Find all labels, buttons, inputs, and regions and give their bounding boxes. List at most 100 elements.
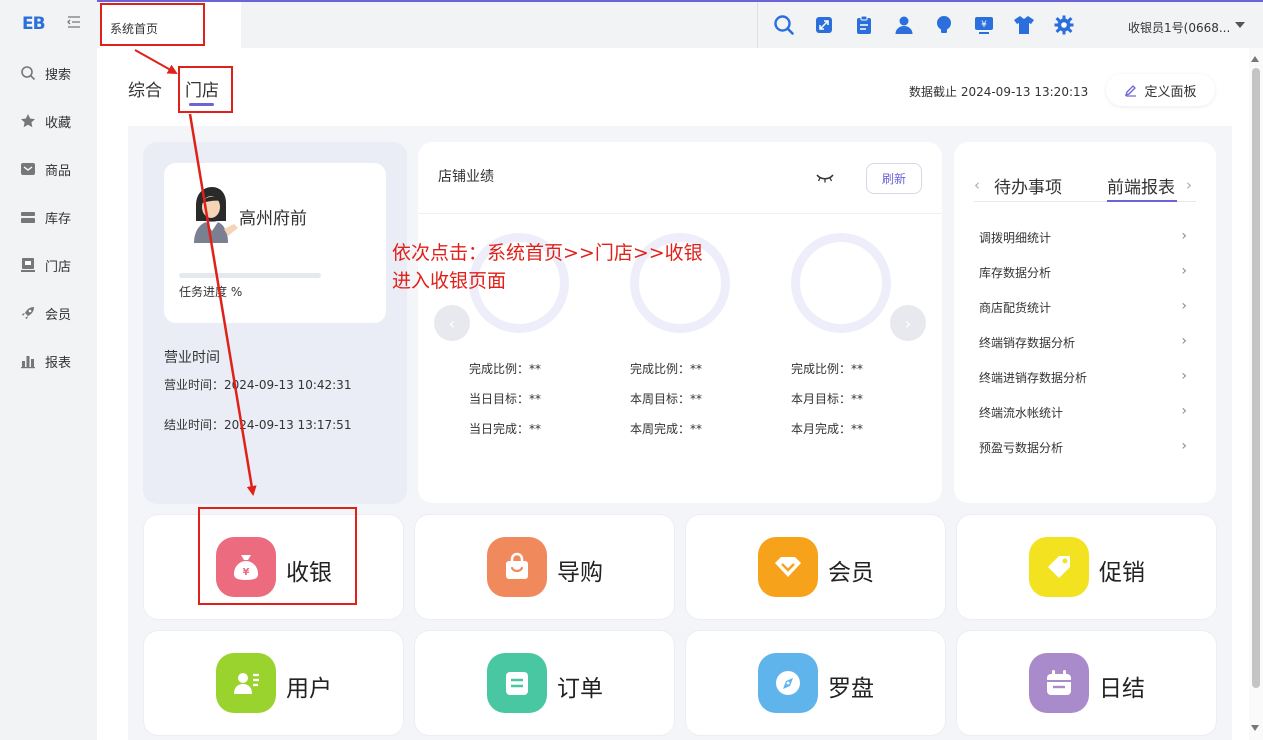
goods-icon <box>20 161 36 177</box>
calendar-icon <box>1029 653 1089 713</box>
hide-eye-icon[interactable] <box>816 173 834 183</box>
order-icon <box>487 653 547 713</box>
tile-label: 订单 <box>557 676 603 702</box>
store-name: 高州府前 <box>239 209 307 229</box>
lightbulb-icon[interactable] <box>933 14 955 36</box>
clipboard-icon[interactable] <box>853 14 875 36</box>
toolbar-divider <box>757 2 758 48</box>
tab-todo[interactable]: 待办事项 <box>994 173 1062 198</box>
top-bar: 系统首页 ¥ 收银员1号(0668... <box>97 0 1263 48</box>
task-progress-label: 任务进度 % <box>179 285 243 299</box>
user-card-icon <box>216 653 276 713</box>
close-time: 结业时间：2024-09-13 13:17:51 <box>164 418 352 432</box>
svg-text:¥: ¥ <box>981 20 987 30</box>
app-logo: EB <box>22 14 46 34</box>
chevron-right-icon: › <box>1181 298 1187 314</box>
scroll-down-arrow-icon[interactable] <box>1251 725 1259 731</box>
tile-compass[interactable]: 罗盘 <box>686 631 945 735</box>
chevron-right-icon: › <box>1181 263 1187 279</box>
monthly-ratio: 完成比例：** <box>791 362 864 376</box>
sidebar-item-label: 会员 <box>45 307 72 323</box>
logo-row: EB <box>0 0 97 48</box>
tile-order[interactable]: 订单 <box>415 631 674 735</box>
report-item[interactable]: 预盈亏数据分析 › <box>979 438 1189 459</box>
report-item[interactable]: 终端进销存数据分析 › <box>979 368 1189 389</box>
segment-overview[interactable]: 综合 <box>128 76 162 101</box>
tab-frontend-reports[interactable]: 前端报表 <box>1107 173 1175 198</box>
chevron-right-icon: › <box>1181 403 1187 419</box>
tile-label: 促销 <box>1099 560 1145 586</box>
user-menu[interactable]: 收银员1号(0668... <box>1128 19 1230 36</box>
sidebar: EB 搜索 收藏 商品 库存 门店 会员 报表 <box>0 0 97 740</box>
tile-shopping-guide[interactable]: 导购 <box>415 515 674 619</box>
star-icon <box>20 113 36 129</box>
chevron-right-icon[interactable]: › <box>1186 176 1192 194</box>
tshirt-icon[interactable] <box>1013 14 1035 36</box>
open-time: 营业时间：2024-09-13 10:42:31 <box>164 378 352 392</box>
report-item[interactable]: 库存数据分析 › <box>979 263 1189 284</box>
daily-ratio: 完成比例：** <box>469 362 542 376</box>
report-item[interactable]: 终端流水帐统计 › <box>979 403 1189 424</box>
tile-label: 用户 <box>286 676 332 702</box>
carousel-prev-button[interactable]: ‹ <box>434 305 470 341</box>
sidebar-item-label: 门店 <box>45 259 72 275</box>
sidebar-item-label: 收藏 <box>45 115 72 131</box>
shopping-bag-icon <box>487 537 547 597</box>
chevron-left-icon[interactable]: ‹ <box>974 176 980 194</box>
annotation-line-2: 进入收银页面 <box>392 270 507 292</box>
fullscreen-icon[interactable] <box>813 14 835 36</box>
collapse-menu-icon[interactable] <box>67 15 81 29</box>
tile-user[interactable]: 用户 <box>144 631 403 735</box>
annotation-box-cashier-tile <box>198 507 357 605</box>
refresh-button[interactable]: 刷新 <box>866 163 922 194</box>
rocket-icon <box>20 305 36 321</box>
report-item-label: 预盈亏数据分析 <box>979 441 1064 455</box>
sidebar-item-member[interactable]: 会员 <box>0 298 97 328</box>
sidebar-item-label: 商品 <box>45 163 72 179</box>
define-panel-label: 定义面板 <box>1144 84 1197 100</box>
sidebar-item-store[interactable]: 门店 <box>0 250 97 280</box>
monitor-yen-icon[interactable]: ¥ <box>973 14 995 36</box>
scrollbar-thumb[interactable] <box>1252 68 1260 688</box>
scroll-up-arrow-icon[interactable] <box>1251 56 1259 62</box>
carousel-next-button[interactable]: › <box>890 305 926 341</box>
sidebar-item-inventory[interactable]: 库存 <box>0 202 97 232</box>
business-hours-title: 营业时间 <box>164 350 220 366</box>
tile-promotion[interactable]: 促销 <box>957 515 1216 619</box>
sidebar-item-favorites[interactable]: 收藏 <box>0 106 97 136</box>
daily-target: 当日目标：** <box>469 392 542 406</box>
sidebar-item-goods[interactable]: 商品 <box>0 154 97 184</box>
task-progress-bar <box>179 273 321 278</box>
gear-icon[interactable] <box>1053 14 1075 36</box>
performance-title: 店铺业绩 <box>438 169 494 185</box>
chevron-right-icon: › <box>1181 368 1187 384</box>
tile-label: 罗盘 <box>828 676 874 702</box>
report-item[interactable]: 商店配货统计 › <box>979 298 1189 319</box>
tile-daily-settlement[interactable]: 日结 <box>957 631 1216 735</box>
monthly-progress-ring <box>791 233 891 333</box>
sidebar-item-search[interactable]: 搜索 <box>0 58 97 88</box>
sidebar-item-report[interactable]: 报表 <box>0 346 97 376</box>
report-item-label: 调拨明细统计 <box>979 231 1052 245</box>
chevron-down-icon[interactable] <box>1235 22 1245 28</box>
report-item[interactable]: 终端销存数据分析 › <box>979 333 1189 354</box>
report-tab-active-indicator <box>1107 200 1177 202</box>
compass-icon <box>758 653 818 713</box>
store-icon <box>20 257 36 273</box>
annotation-instructions: 依次点击：系统首页>>门店>>收银 进入收银页面 <box>392 239 703 295</box>
chevron-right-icon: › <box>1181 228 1187 244</box>
define-panel-button[interactable]: 定义面板 <box>1106 74 1215 106</box>
report-item-label: 库存数据分析 <box>979 266 1052 280</box>
report-item-label: 终端销存数据分析 <box>979 336 1076 350</box>
report-item[interactable]: 调拨明细统计 › <box>979 228 1189 249</box>
tile-label: 日结 <box>1099 676 1145 702</box>
weekly-ratio: 完成比例：** <box>630 362 703 376</box>
data-cutoff-time: 数据截止 2024-09-13 13:20:13 <box>909 85 1089 99</box>
report-item-label: 终端进销存数据分析 <box>979 371 1088 385</box>
user-icon[interactable] <box>893 14 915 36</box>
report-item-label: 终端流水帐统计 <box>979 406 1064 420</box>
annotation-line-1: 依次点击：系统首页>>门店>>收银 <box>392 242 703 264</box>
tile-member[interactable]: 会员 <box>686 515 945 619</box>
daily-done: 当日完成：** <box>469 422 542 436</box>
search-icon[interactable] <box>773 14 795 36</box>
